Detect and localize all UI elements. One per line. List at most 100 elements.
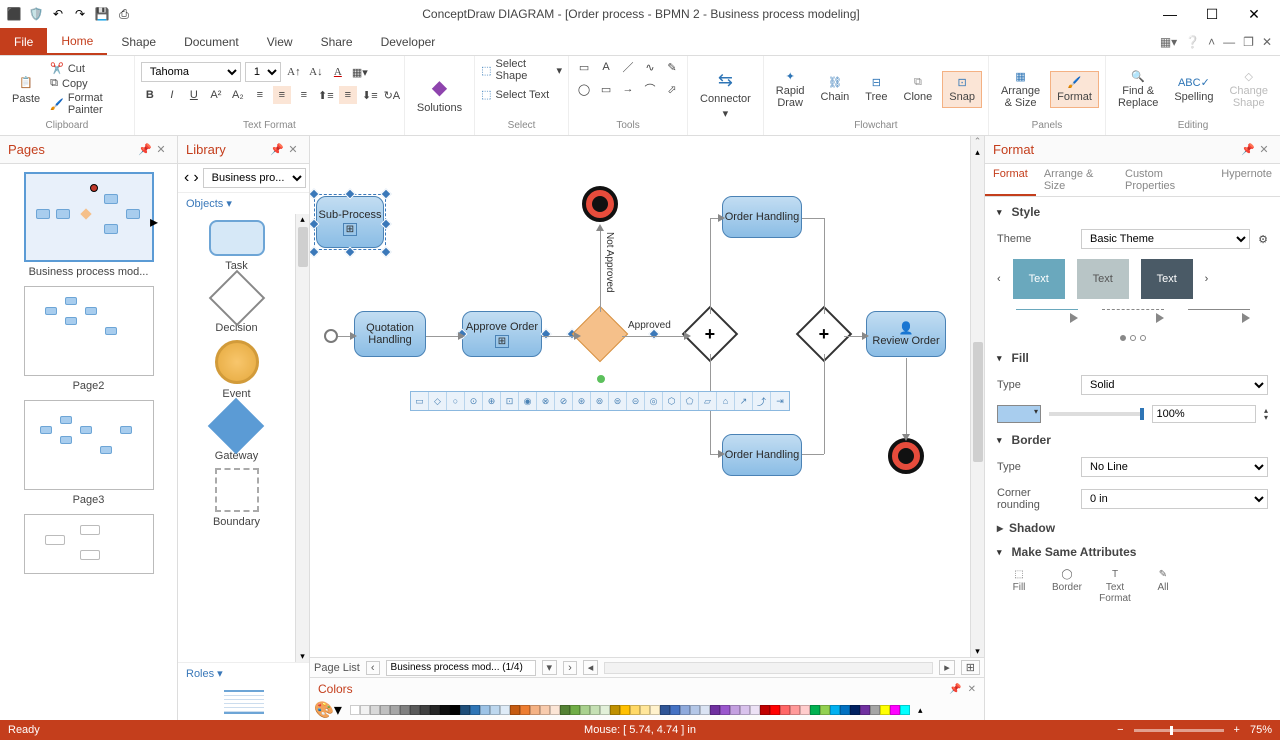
make-same-section[interactable]: Make Same Attributes bbox=[997, 545, 1268, 559]
zoom-in-button[interactable]: + bbox=[1234, 724, 1240, 736]
color-swatch[interactable] bbox=[770, 705, 780, 715]
color-swatch[interactable] bbox=[870, 705, 880, 715]
format-painter-button[interactable]: 🖌️Format Painter bbox=[50, 92, 128, 116]
page-thumb-1[interactable]: ▸ Business process mod... bbox=[8, 172, 169, 278]
page-list-input[interactable] bbox=[386, 660, 536, 676]
text-direction-button[interactable]: ↻A bbox=[383, 86, 401, 104]
color-swatch[interactable] bbox=[440, 705, 450, 715]
color-swatch[interactable] bbox=[400, 705, 410, 715]
scroll-left-button[interactable]: ◂ bbox=[583, 660, 599, 675]
frame-tool-icon[interactable]: ▭ bbox=[597, 80, 615, 98]
page-thumb-3[interactable]: Page3 bbox=[8, 400, 169, 506]
chain-button[interactable]: ⛓Chain bbox=[815, 72, 856, 107]
swatch-scroll-up[interactable]: ▴ bbox=[914, 705, 927, 716]
color-swatch[interactable] bbox=[880, 705, 890, 715]
make-same-text[interactable]: TText Format bbox=[1093, 569, 1137, 604]
color-swatch[interactable] bbox=[360, 705, 370, 715]
rect-tool-icon[interactable]: ▭ bbox=[575, 58, 593, 76]
border-type-select[interactable]: No Line bbox=[1081, 457, 1268, 477]
color-swatch[interactable] bbox=[720, 705, 730, 715]
lib-roles-header[interactable]: Roles ▾ bbox=[178, 662, 309, 684]
theme-next-icon[interactable]: › bbox=[1205, 273, 1209, 285]
lib-back-icon[interactable]: ‹ bbox=[184, 169, 189, 187]
theme-preview-1[interactable]: Text bbox=[1013, 259, 1065, 299]
lib-item-event[interactable]: Event bbox=[215, 340, 259, 400]
page-thumb-2[interactable]: Page2 bbox=[8, 286, 169, 392]
color-swatch[interactable] bbox=[460, 705, 470, 715]
arrow-style-1[interactable] bbox=[1016, 309, 1078, 325]
smart-shape-toolbar[interactable]: ▭◇○⊙⊕⊡◉⊗⊘⊛⊚⊜⊝◎⬡⬠▱⌂↗⤴⇥ bbox=[410, 391, 790, 411]
marker-tool-icon[interactable]: ⬀ bbox=[663, 80, 681, 98]
color-swatches[interactable] bbox=[346, 703, 914, 717]
maximize-button[interactable]: ☐ bbox=[1192, 2, 1232, 26]
color-swatch[interactable] bbox=[380, 705, 390, 715]
color-swatch[interactable] bbox=[730, 705, 740, 715]
make-same-fill[interactable]: ⬚Fill bbox=[997, 569, 1041, 604]
color-swatch[interactable] bbox=[900, 705, 910, 715]
color-swatch[interactable] bbox=[820, 705, 830, 715]
line-tool-icon[interactable]: ／ bbox=[619, 58, 637, 76]
color-swatch[interactable] bbox=[590, 705, 600, 715]
font-select[interactable]: Tahoma bbox=[141, 62, 241, 82]
color-swatch[interactable] bbox=[640, 705, 650, 715]
tree-button[interactable]: ⊟Tree bbox=[859, 72, 893, 107]
subprocess-shape[interactable]: Sub-Process ⊞ bbox=[316, 196, 384, 248]
color-swatch[interactable] bbox=[490, 705, 500, 715]
rotation-handle[interactable] bbox=[596, 374, 606, 384]
lib-item-decision[interactable]: Decision bbox=[215, 278, 257, 334]
end-event-top-shape[interactable] bbox=[582, 186, 618, 222]
shadow-section[interactable]: ▸ Shadow bbox=[997, 521, 1268, 535]
addins-icon[interactable]: ▦▾ bbox=[1160, 35, 1177, 49]
theme-preview-3[interactable]: Text bbox=[1141, 259, 1193, 299]
color-swatch[interactable] bbox=[420, 705, 430, 715]
color-swatch[interactable] bbox=[560, 705, 570, 715]
canvas-scrollbar-h[interactable] bbox=[604, 662, 933, 674]
pin-icon[interactable]: 📌 bbox=[949, 684, 961, 695]
color-swatch[interactable] bbox=[620, 705, 630, 715]
color-swatch[interactable] bbox=[800, 705, 810, 715]
copy-button[interactable]: ⧉Copy bbox=[50, 77, 128, 90]
pin-icon[interactable]: 📌 bbox=[1240, 143, 1256, 156]
qat-undo-icon[interactable]: ↶ bbox=[50, 6, 66, 22]
text-tool-icon[interactable]: A bbox=[597, 58, 615, 76]
font-size-select[interactable]: 11 bbox=[245, 62, 281, 82]
color-swatch[interactable] bbox=[830, 705, 840, 715]
color-swatch[interactable] bbox=[600, 705, 610, 715]
valign-bot-button[interactable]: ⬇≡ bbox=[361, 86, 379, 104]
lib-objects-header[interactable]: Objects ▾ bbox=[178, 193, 309, 214]
qat-disk-icon[interactable]: 💾 bbox=[94, 6, 110, 22]
fmt-tab-custom[interactable]: Custom Properties bbox=[1117, 164, 1213, 196]
drawing-canvas[interactable]: Sub-Process ⊞ Quotation Handling Approve… bbox=[310, 136, 970, 657]
fmt-tab-hypernote[interactable]: Hypernote bbox=[1213, 164, 1280, 196]
page-thumb-4[interactable] bbox=[8, 514, 169, 574]
zoom-slider[interactable] bbox=[1134, 729, 1224, 732]
approve-order-shape[interactable]: Approve Order ⊞ bbox=[462, 311, 542, 357]
find-button[interactable]: 🔍Find & Replace bbox=[1112, 66, 1164, 113]
tab-view[interactable]: View bbox=[253, 28, 307, 55]
format-panel-button[interactable]: 🖌️Format bbox=[1050, 71, 1099, 108]
color-swatch[interactable] bbox=[350, 705, 360, 715]
color-swatch[interactable] bbox=[500, 705, 510, 715]
qat-save-icon[interactable]: 🛡️ bbox=[28, 6, 44, 22]
order-handling-bot-shape[interactable]: Order Handling bbox=[722, 434, 802, 476]
italic-button[interactable]: I bbox=[163, 86, 181, 104]
qat-redo-icon[interactable]: ↷ bbox=[72, 6, 88, 22]
minimize-button[interactable]: — bbox=[1150, 2, 1190, 26]
make-same-all[interactable]: ✎All bbox=[1141, 569, 1185, 604]
color-swatch[interactable] bbox=[410, 705, 420, 715]
color-swatch[interactable] bbox=[710, 705, 720, 715]
lib-item-gateway[interactable]: Gateway bbox=[215, 406, 258, 462]
ellipse-tool-icon[interactable]: ◯ bbox=[575, 80, 593, 98]
cut-button[interactable]: ✂️Cut bbox=[50, 62, 128, 75]
color-swatch[interactable] bbox=[610, 705, 620, 715]
mini-restore-icon[interactable]: ❐ bbox=[1243, 35, 1254, 49]
color-swatch[interactable] bbox=[390, 705, 400, 715]
lib-scrollbar[interactable]: ▴ ▾ bbox=[295, 214, 309, 662]
tab-document[interactable]: Document bbox=[170, 28, 253, 55]
lib-item-boundary[interactable]: Boundary bbox=[213, 468, 260, 528]
select-shape-button[interactable]: ⬚Select Shape ▾ bbox=[481, 58, 562, 82]
zoom-out-button[interactable]: − bbox=[1117, 724, 1123, 736]
pin-icon[interactable]: 📌 bbox=[269, 143, 285, 156]
decrease-font-icon[interactable]: A↓ bbox=[307, 63, 325, 81]
page-prev-button[interactable]: ‹ bbox=[366, 661, 380, 675]
